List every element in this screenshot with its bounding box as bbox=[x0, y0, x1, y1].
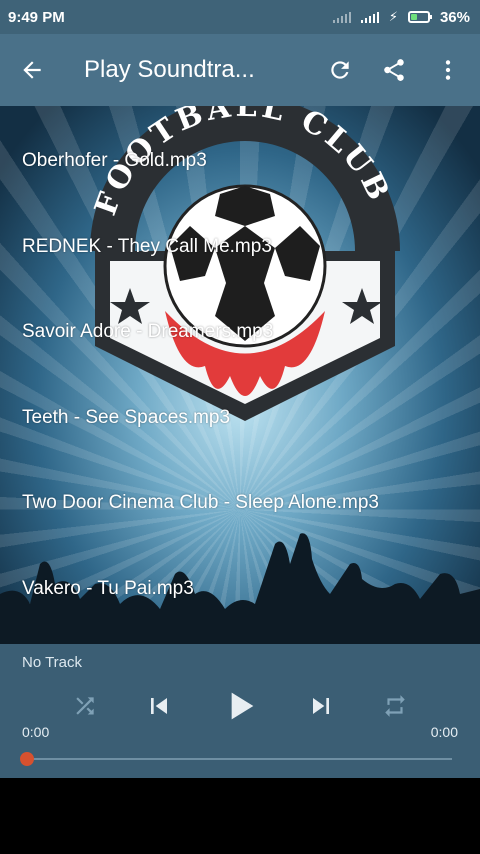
battery-fill bbox=[410, 14, 417, 20]
bottom-area bbox=[0, 778, 480, 854]
seek-bar[interactable] bbox=[28, 758, 452, 760]
page-title: Play Soundtra... bbox=[84, 56, 255, 83]
elapsed-time: 0:00 bbox=[22, 724, 50, 740]
now-playing-label: No Track bbox=[22, 654, 83, 671]
signal-weak-icon bbox=[332, 11, 351, 23]
list-item[interactable]: Two Door Cinema Club - Sleep Alone.mp3 bbox=[22, 492, 379, 514]
status-bar: 9:49 PM ⚡ 36% bbox=[0, 0, 480, 34]
list-item[interactable]: Vakero - Tu Pai.mp3 bbox=[22, 578, 194, 600]
previous-icon[interactable] bbox=[143, 690, 175, 727]
list-item[interactable]: Teeth - See Spaces.mp3 bbox=[22, 407, 230, 429]
back-arrow-icon[interactable] bbox=[12, 50, 52, 90]
share-icon[interactable] bbox=[374, 50, 414, 90]
status-icons: ⚡ 36% bbox=[332, 8, 470, 26]
next-icon[interactable] bbox=[305, 690, 337, 727]
app-bar: Play Soundtra... bbox=[0, 34, 480, 106]
battery-icon bbox=[407, 11, 432, 23]
more-vert-icon[interactable] bbox=[428, 50, 468, 90]
seek-thumb[interactable] bbox=[20, 752, 34, 766]
total-time: 0:00 bbox=[430, 724, 458, 740]
list-item[interactable]: Oberhofer - Gold.mp3 bbox=[22, 150, 207, 172]
track-list-area: FOOTBALL CLUB Oberhofer - Gold.mp3 REDNE… bbox=[0, 106, 480, 644]
repeat-icon[interactable] bbox=[382, 693, 408, 724]
shuffle-icon[interactable] bbox=[72, 693, 98, 724]
list-item[interactable]: REDNEK - They Call Me.mp3 bbox=[22, 236, 272, 258]
refresh-icon[interactable] bbox=[320, 50, 360, 90]
charging-icon: ⚡ bbox=[388, 9, 398, 24]
status-time: 9:49 PM bbox=[8, 8, 65, 26]
battery-percent: 36% bbox=[439, 8, 470, 26]
play-icon[interactable] bbox=[220, 686, 260, 731]
player-panel: No Track 0:00 0:00 bbox=[0, 644, 480, 778]
signal-icon bbox=[360, 11, 379, 23]
player-controls bbox=[72, 684, 408, 732]
app-actions bbox=[320, 50, 468, 90]
list-item[interactable]: Savoir Adore - Dreamers.mp3 bbox=[22, 321, 273, 343]
